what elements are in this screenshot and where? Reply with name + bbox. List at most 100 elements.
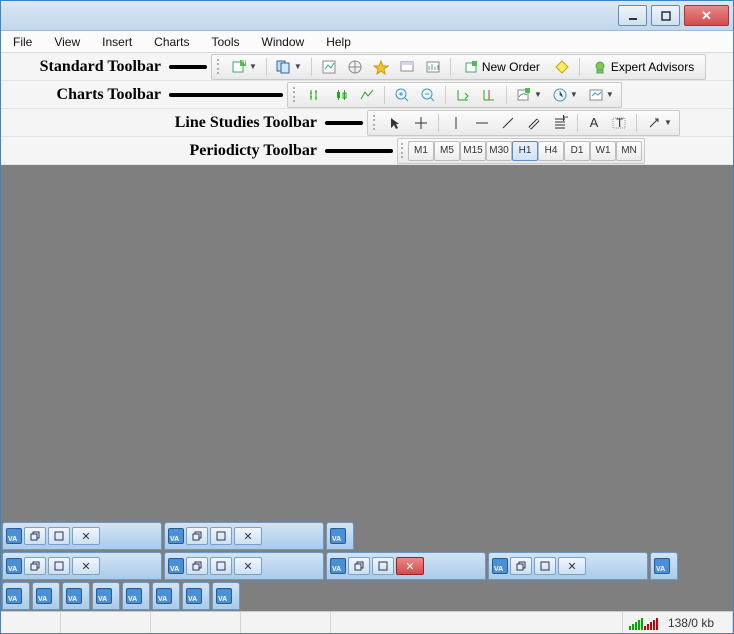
child-maximize-button[interactable] [372, 557, 394, 575]
text-label-button[interactable]: T [608, 113, 630, 133]
child-window-tile[interactable]: VA [62, 582, 90, 610]
toolbar-grip[interactable] [216, 58, 222, 76]
child-window-tile[interactable]: VA✕ [2, 552, 162, 580]
dropdown-arrow-icon: ▼ [606, 90, 614, 99]
child-maximize-button[interactable] [210, 557, 232, 575]
zoom-in-button[interactable] [391, 85, 413, 105]
charts-toolbar: ▼ ▼ ▼ [287, 82, 622, 108]
data-window-button[interactable] [370, 57, 392, 77]
child-maximize-button[interactable] [210, 527, 232, 545]
child-window-tile[interactable]: VA✕ [326, 552, 486, 580]
horizontal-line-icon [474, 115, 490, 131]
menu-charts[interactable]: Charts [150, 33, 193, 51]
child-restore-button[interactable] [348, 557, 370, 575]
menu-insert[interactable]: Insert [98, 33, 136, 51]
child-window-tile[interactable]: VA✕ [2, 522, 162, 550]
child-window-tile[interactable]: VA [2, 582, 30, 610]
annotation-connector [169, 65, 207, 69]
window-maximize-button[interactable] [651, 5, 680, 26]
child-window-tile[interactable]: VA [32, 582, 60, 610]
window-minimize-button[interactable] [618, 5, 647, 26]
status-cell [61, 612, 151, 633]
period-d1-button[interactable]: D1 [564, 141, 590, 161]
app-window: ✕ File View Insert Charts Tools Window H… [0, 0, 734, 634]
profiles-button[interactable]: ▼ [273, 57, 305, 77]
standard-toolbar-row: Standard Toolbar + ▼ ▼ [1, 53, 733, 81]
bar-chart-button[interactable] [304, 85, 326, 105]
navigator-button[interactable] [344, 57, 366, 77]
expert-advisors-button[interactable]: Expert Advisors [586, 57, 701, 77]
market-watch-button[interactable] [318, 57, 340, 77]
svg-text:F: F [562, 115, 568, 124]
autoscroll-button[interactable] [452, 85, 474, 105]
menu-help[interactable]: Help [322, 33, 355, 51]
child-window-tile[interactable]: VA [182, 582, 210, 610]
child-restore-button[interactable] [186, 527, 208, 545]
period-m1-button[interactable]: M1 [408, 141, 434, 161]
metaeditor-button[interactable] [551, 57, 573, 77]
menu-view[interactable]: View [50, 33, 84, 51]
child-maximize-button[interactable] [48, 527, 70, 545]
status-cell [331, 612, 623, 633]
new-chart-button[interactable]: + ▼ [228, 57, 260, 77]
indicators-icon [516, 87, 532, 103]
equidistant-channel-button[interactable] [523, 113, 545, 133]
child-close-button[interactable]: ✕ [72, 527, 100, 545]
child-window-tile[interactable]: VA✕ [164, 552, 324, 580]
period-h4-button[interactable]: H4 [538, 141, 564, 161]
horizontal-line-button[interactable] [471, 113, 493, 133]
child-restore-button[interactable] [24, 557, 46, 575]
child-close-button[interactable]: ✕ [558, 557, 586, 575]
line-chart-button[interactable] [356, 85, 378, 105]
toolbar-grip[interactable] [292, 86, 298, 104]
window-close-button[interactable]: ✕ [684, 5, 729, 26]
period-m30-button[interactable]: M30 [486, 141, 512, 161]
period-m15-button[interactable]: M15 [460, 141, 486, 161]
child-maximize-button[interactable] [534, 557, 556, 575]
crosshair-button[interactable] [410, 113, 432, 133]
period-mn-button[interactable]: MN [616, 141, 642, 161]
zoom-out-button[interactable] [417, 85, 439, 105]
child-restore-button[interactable] [510, 557, 532, 575]
new-order-button[interactable]: New Order [457, 57, 547, 77]
vertical-line-button[interactable] [445, 113, 467, 133]
child-close-button[interactable]: ✕ [234, 527, 262, 545]
child-restore-button[interactable] [186, 557, 208, 575]
fibonacci-button[interactable]: F [549, 113, 571, 133]
child-window-tile[interactable]: VA [122, 582, 150, 610]
indicators-button[interactable]: ▼ [513, 85, 545, 105]
templates-button[interactable]: ▼ [585, 85, 617, 105]
child-close-button[interactable]: ✕ [72, 557, 100, 575]
chart-shift-button[interactable] [478, 85, 500, 105]
child-close-button[interactable]: ✕ [234, 557, 262, 575]
child-window-tile[interactable]: VA✕ [488, 552, 648, 580]
child-window-tile[interactable]: VA [212, 582, 240, 610]
candle-chart-button[interactable] [330, 85, 352, 105]
cursor-button[interactable] [384, 113, 406, 133]
arrows-button[interactable]: ▼ [643, 113, 675, 133]
menu-file[interactable]: File [9, 33, 36, 51]
period-m5-button[interactable]: M5 [434, 141, 460, 161]
toolbar-separator [450, 58, 451, 76]
strategy-tester-button[interactable] [422, 57, 444, 77]
period-w1-button[interactable]: W1 [590, 141, 616, 161]
toolbar-grip[interactable] [372, 114, 378, 132]
toolbar-grip[interactable] [400, 142, 406, 160]
child-window-tile[interactable]: VA [650, 552, 678, 580]
connection-status: 138/0 kb [623, 612, 733, 633]
trendline-button[interactable] [497, 113, 519, 133]
child-close-button[interactable]: ✕ [396, 557, 424, 575]
child-restore-button[interactable] [24, 527, 46, 545]
child-window-tile[interactable]: VA [152, 582, 180, 610]
navigator-icon [347, 59, 363, 75]
text-button[interactable]: A [584, 113, 604, 133]
child-window-tile[interactable]: VA✕ [164, 522, 324, 550]
menu-window[interactable]: Window [258, 33, 309, 51]
child-window-tile[interactable]: VA [92, 582, 120, 610]
child-window-tile[interactable]: VA [326, 522, 354, 550]
terminal-button[interactable] [396, 57, 418, 77]
period-h1-button[interactable]: H1 [512, 141, 538, 161]
periodicity-button[interactable]: ▼ [549, 85, 581, 105]
child-maximize-button[interactable] [48, 557, 70, 575]
menu-tools[interactable]: Tools [208, 33, 244, 51]
